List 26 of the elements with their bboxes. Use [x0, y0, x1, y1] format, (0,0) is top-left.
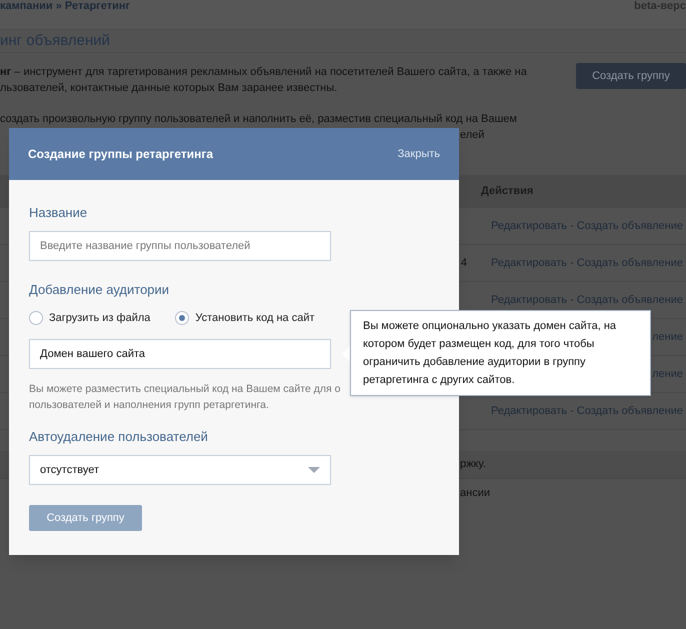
dialog-title: Создание группы ретаргетинга: [28, 146, 214, 163]
option-label[interactable]: Загрузить из файла: [49, 311, 150, 325]
help-text: пользователей и наполнения групп ретаргетинга.: [29, 398, 269, 413]
footer-text: ансии: [460, 486, 490, 501]
tooltip: Вы можете опционально указать домен сайта, на котором будет размещен код, для того чтобы ограничить добавление аудитории в группу ретаргетинга с других сайтов.: [350, 310, 651, 396]
create-group-button[interactable]: Создать группу: [29, 505, 142, 531]
domain-field[interactable]: Домен вашего сайта: [29, 339, 331, 369]
field-label: Автоудаление пользователей: [29, 428, 208, 445]
info-text: создать произвольную группу пользователей и наполнить её, разместив специальный код на Вашем: [0, 112, 518, 127]
close-link[interactable]: Закрыть: [398, 146, 440, 162]
intro-text: льзователей, контактные данные которых Вам заранее известны.: [0, 81, 338, 96]
radio-button[interactable]: [29, 311, 43, 325]
help-text: Вы можете разместить специальный код на Вашем сайте для о: [29, 382, 340, 397]
field-label: Название: [29, 204, 88, 221]
dropdown-caret-icon: [308, 467, 320, 473]
table-cell: 4: [460, 256, 467, 269]
create-group-button[interactable]: Создать группу: [576, 63, 686, 89]
radio-button[interactable]: [175, 311, 190, 325]
field-label: Добавление аудитории: [29, 281, 170, 298]
autodelete-select[interactable]: отсутствует: [29, 455, 331, 485]
footer-text: ржку.: [460, 457, 486, 472]
info-text: елей: [460, 128, 486, 143]
breadcrumb[interactable]: кампании » Ретаргетинг: [0, 0, 130, 12]
option-label[interactable]: Установить код на сайт: [195, 311, 315, 325]
intro-text: нг – инструмент для таргетирования рекламных объявлений на посетителей Вашего сайта, а также на: [0, 65, 527, 80]
group-name-field[interactable]: Введите название группы пользователей: [29, 231, 331, 261]
